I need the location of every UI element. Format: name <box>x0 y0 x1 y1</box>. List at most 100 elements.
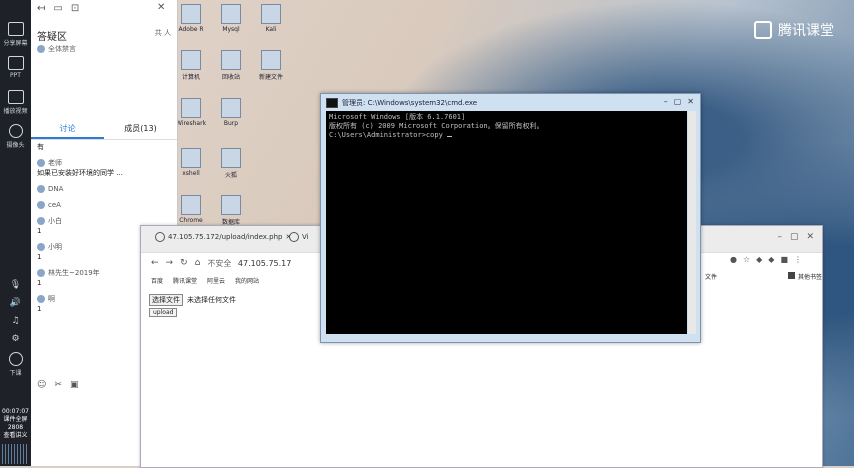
folder-icon <box>787 272 795 279</box>
desktop-icon[interactable]: Chrome <box>176 195 206 224</box>
class-timer: 00:07:07 课件全屏 2808 查看讲义 <box>2 408 29 439</box>
upload-button[interactable]: upload <box>149 308 178 317</box>
pin-icon[interactable]: ⊡ <box>71 3 79 14</box>
menu-icon[interactable]: ⋮ <box>794 255 802 264</box>
forward-icon[interactable]: → <box>166 258 174 268</box>
globe-icon <box>155 232 165 242</box>
terminal-prompt: C:\Users\Administrator>copy <box>329 131 448 139</box>
cmd-window: 管理员: C:\Windows\system32\cmd.exe – ▢ ✕ M… <box>320 93 701 343</box>
extension-icon[interactable]: ◆ <box>768 255 774 264</box>
choose-file-button[interactable]: 选择文件 <box>149 294 183 306</box>
bookmark[interactable]: 阿里云 <box>207 276 225 285</box>
music-icon[interactable]: ♫ <box>0 316 31 326</box>
window-controls: – ▢ ✕ <box>664 97 694 106</box>
chat-tools: ☺ ✂ ▣ <box>37 380 78 390</box>
chat-tabs: 讨论 成员(13) <box>31 120 177 140</box>
other-bookmarks[interactable]: 其他书签 <box>787 272 822 281</box>
desktop-icon[interactable]: 火狐 <box>216 148 246 179</box>
bookmark-star-icon[interactable]: ☆ <box>743 255 750 264</box>
browser-tab[interactable]: 47.105.75.172/upload/index.php ✕ <box>155 232 291 242</box>
back-icon[interactable]: ← <box>151 258 159 268</box>
scissors-icon[interactable]: ✂ <box>54 380 62 390</box>
extension-icon[interactable]: ■ <box>780 255 788 264</box>
speaker-icon[interactable]: 🔊 <box>0 298 31 308</box>
mic-icon[interactable]: 🎙 <box>0 280 31 290</box>
back-icon[interactable]: ↤ <box>37 3 45 14</box>
terminal-line: 版权所有 (c) 2009 Microsoft Corporation。保留所有… <box>329 122 544 130</box>
desktop-icon[interactable]: 新建文件 <box>256 50 286 81</box>
camera-button[interactable]: 摄像头 <box>0 124 31 149</box>
desktop-icon[interactable]: Adobe R <box>176 4 206 33</box>
bookmark[interactable]: 腾讯课堂 <box>173 276 197 285</box>
list-item: ceA <box>37 200 173 210</box>
avatar <box>37 201 45 209</box>
chat-toolbar: ↤ ▭ ⊡ <box>31 0 177 17</box>
avatar <box>37 269 45 277</box>
list-item: DNA <box>37 184 173 194</box>
cmd-titlebar: 管理员: C:\Windows\system32\cmd.exe <box>321 94 700 111</box>
tab-members[interactable]: 成员(13) <box>104 120 177 139</box>
ppt-button[interactable]: PPT <box>0 56 31 79</box>
maximize-icon[interactable]: ▢ <box>790 232 799 242</box>
desktop-icon[interactable]: Wireshark <box>176 98 206 127</box>
terminal-output[interactable]: Microsoft Windows [版本 6.1.7601] 版权所有 (c)… <box>326 111 687 334</box>
reload-icon[interactable]: ↻ <box>180 258 188 268</box>
desktop-icon[interactable]: Mysql <box>216 4 246 33</box>
maximize-icon[interactable]: ▢ <box>674 97 682 106</box>
tab-discussion[interactable]: 讨论 <box>31 120 104 139</box>
browser-tab[interactable]: Vi <box>289 232 309 242</box>
scrollbar[interactable] <box>688 111 696 334</box>
page-content: 选择文件 未选择任何文件 upload <box>149 294 236 317</box>
brand-text: 腾讯课堂 <box>778 23 834 39</box>
desktop-icon[interactable]: 计算机 <box>176 50 206 81</box>
minimize-icon[interactable]: – <box>664 97 668 106</box>
brand: 腾讯课堂 <box>754 20 834 40</box>
folder-icon[interactable]: ▭ <box>53 3 62 14</box>
avatar <box>37 243 45 251</box>
close-icon[interactable]: ✕ <box>806 232 814 242</box>
extension-icon[interactable]: ● <box>730 255 737 264</box>
list-item: 老师 如果已安装好环境的同学 ... <box>37 159 123 177</box>
desktop-icon[interactable]: xshell <box>176 148 206 177</box>
audio-level-meter <box>2 444 29 464</box>
close-icon[interactable]: ✕ <box>687 97 694 106</box>
desktop-icon[interactable]: Burp <box>216 98 246 127</box>
end-class-button[interactable]: 下课 <box>0 352 31 377</box>
video-icon <box>7 90 24 104</box>
url-text: 47.105.75.17 <box>237 258 292 268</box>
member-count: 共 人 <box>154 29 171 37</box>
file-status-label: 未选择任何文件 <box>187 296 236 304</box>
ppt-icon <box>7 56 24 70</box>
panel-title: 答疑区 <box>37 32 67 43</box>
share-screen-button[interactable]: 分享屏幕 <box>0 22 31 47</box>
settings-icon[interactable]: ⚙ <box>0 334 31 344</box>
insecure-label: 不安全 <box>207 258 232 268</box>
avatar <box>37 217 45 225</box>
bookmark[interactable]: 我的网站 <box>235 276 259 285</box>
home-icon[interactable]: ⌂ <box>195 258 201 268</box>
desktop-icon[interactable]: Kali <box>256 4 286 33</box>
desktop-icon[interactable]: 回收站 <box>216 50 246 81</box>
image-icon[interactable]: ▣ <box>70 380 79 390</box>
globe-icon <box>289 232 299 242</box>
close-icon[interactable]: ✕ <box>157 2 165 13</box>
terminal-line: Microsoft Windows [版本 6.1.7601] <box>329 113 466 121</box>
avatar <box>37 185 45 193</box>
classroom-toolbar: 分享屏幕 PPT 播放视频 摄像头 🎙 🔊 ♫ ⚙ 下课 00:07:07 课件… <box>0 0 31 466</box>
browser-tools: ● ☆ ◆ ◆ ■ ⋮ <box>730 255 802 264</box>
screen-share-icon <box>7 22 24 36</box>
minimize-icon[interactable]: – <box>777 232 782 242</box>
mute-all-toggle[interactable]: 全体禁言 <box>37 44 76 54</box>
avatar <box>37 295 45 303</box>
bookmark[interactable]: 百度 <box>151 276 163 285</box>
address-bar[interactable]: 不安全 47.105.75.17 <box>207 258 291 269</box>
emoji-icon[interactable]: ☺ <box>37 380 46 390</box>
avatar <box>37 159 45 167</box>
extension-icon[interactable]: ◆ <box>756 255 762 264</box>
list-item: 有 <box>37 143 44 151</box>
bookmark[interactable]: 文件 <box>705 272 717 281</box>
play-video-button[interactable]: 播放视频 <box>0 90 31 115</box>
camera-icon <box>8 124 23 138</box>
desktop-icon[interactable]: 数据库 <box>216 195 246 226</box>
text-cursor <box>447 136 453 137</box>
